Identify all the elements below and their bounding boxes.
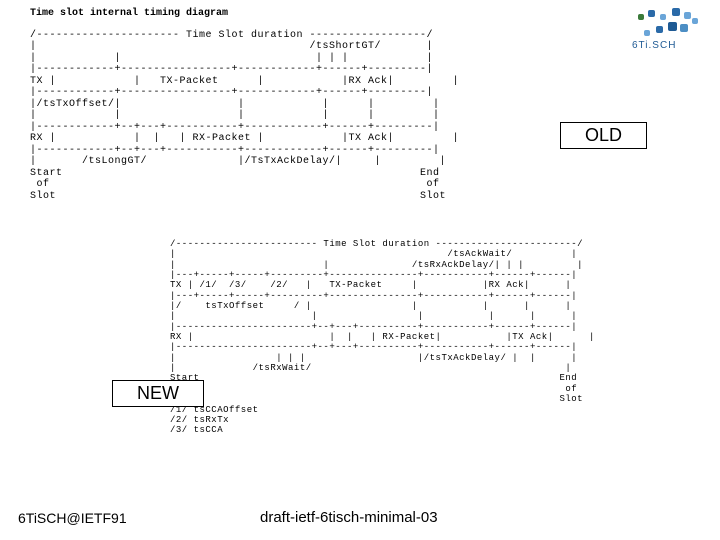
new-label: NEW (112, 380, 204, 407)
footer-left: 6TiSCH@IETF91 (18, 510, 127, 526)
logo: 6Ti.SCH (628, 8, 708, 58)
old-timing-diagram: /---------------------- Time Slot durati… (30, 30, 720, 203)
new-timing-diagram: /------------------------ Time Slot dura… (170, 239, 720, 436)
old-label: OLD (560, 122, 647, 149)
footer-center: draft-ietf-6tisch-minimal-03 (260, 509, 438, 526)
page-title: Time slot internal timing diagram (30, 8, 720, 20)
